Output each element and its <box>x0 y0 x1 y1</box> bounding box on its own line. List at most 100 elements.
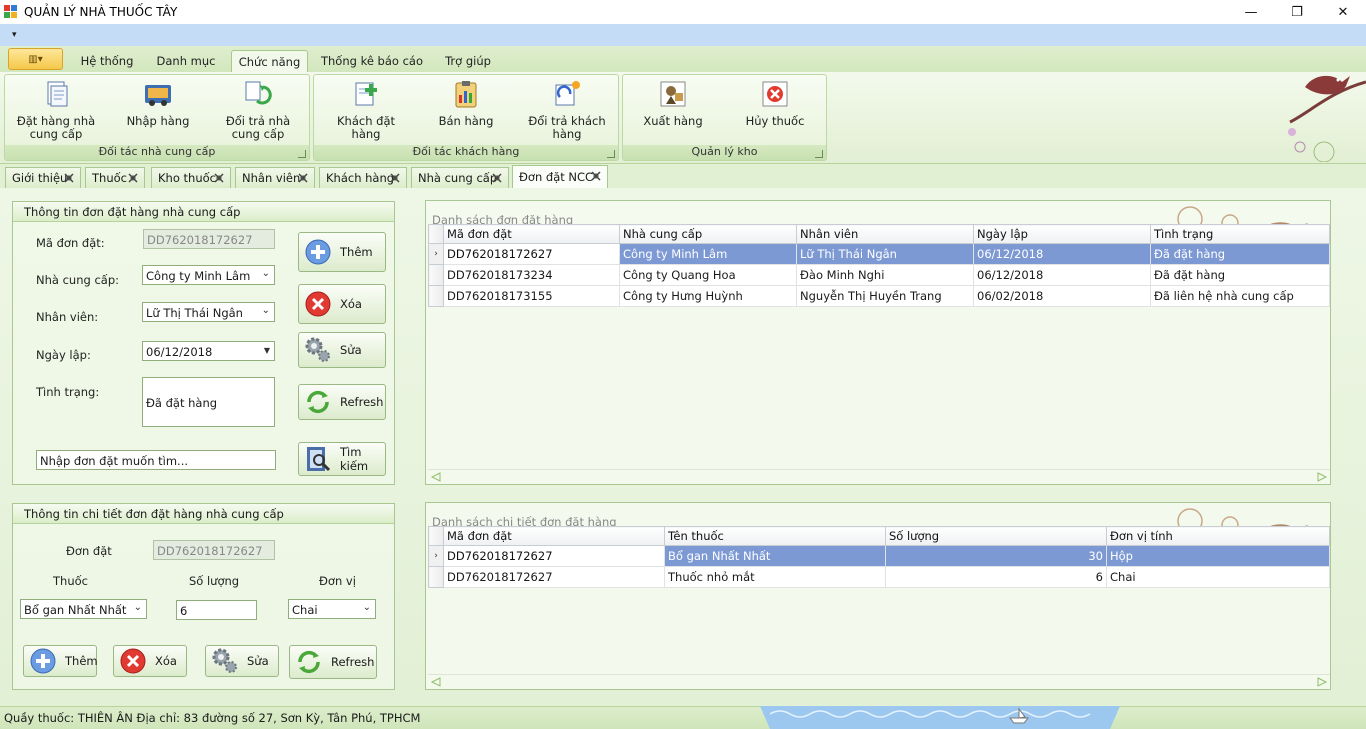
table-row[interactable]: DD762018173234 Công ty Quang Hoa Đào Min… <box>428 264 1330 286</box>
customer-order-button[interactable]: Khách đặt hàng <box>324 79 408 141</box>
close-button[interactable]: ✕ <box>1320 0 1366 24</box>
group-launcher-icon[interactable] <box>607 150 615 158</box>
medicine-combo[interactable]: Bổ gan Nhất Nhất ⌄ <box>20 599 147 619</box>
row-selector-icon[interactable]: › <box>428 545 444 567</box>
ribbon-tab-thong-ke-bao-cao[interactable]: Thống kê báo cáo <box>318 50 426 72</box>
supplier-combo[interactable]: Công ty Minh Lâm ⌄ <box>142 265 275 285</box>
ribbon-tab-he-thong[interactable]: Hệ thống <box>72 50 142 72</box>
table-cell[interactable]: 06/12/2018 <box>973 264 1151 286</box>
order-refresh-button[interactable]: Refresh <box>298 384 386 420</box>
order-add-button[interactable]: Thêm <box>298 232 386 272</box>
scroll-right-icon[interactable] <box>1316 472 1328 482</box>
detail-order-field[interactable]: DD762018172627 <box>153 540 275 560</box>
quantity-input[interactable]: 6 <box>176 600 257 620</box>
scroll-right-icon[interactable] <box>1316 677 1328 687</box>
row-selector-icon[interactable]: › <box>428 243 444 265</box>
table-cell[interactable]: DD762018172627 <box>443 566 665 588</box>
sales-button[interactable]: Bán hàng <box>432 79 500 128</box>
detail-refresh-button[interactable]: Refresh <box>289 645 377 679</box>
table-cell[interactable]: 30 <box>885 545 1107 567</box>
table-row[interactable]: DD762018172627 Thuốc nhỏ mắt 6 Chai <box>428 566 1330 588</box>
group-launcher-icon[interactable] <box>815 150 823 158</box>
doc-tab-gioi-thieu[interactable]: Giới thiệu <box>5 167 81 188</box>
date-picker[interactable]: 06/12/2018 ▼ <box>142 341 275 361</box>
ribbon-tab-danh-muc[interactable]: Danh mục <box>150 50 222 72</box>
minimize-button[interactable]: — <box>1228 0 1274 24</box>
supplier-order-button[interactable]: Đặt hàng nhà cung cấp <box>15 79 97 141</box>
table-cell[interactable]: Nguyễn Thị Huyền Trang <box>796 285 974 307</box>
table-cell[interactable]: Chai <box>1106 566 1330 588</box>
unit-combo[interactable]: Chai ⌄ <box>288 599 376 619</box>
quick-access-dropdown-icon[interactable]: ▾ <box>12 30 17 40</box>
table-cell[interactable]: DD762018173155 <box>443 285 620 307</box>
table-row[interactable]: DD762018173155 Công ty Hưng Huỳnh Nguyễn… <box>428 285 1330 307</box>
table-cell[interactable]: 06/12/2018 <box>973 243 1151 265</box>
scroll-left-icon[interactable] <box>430 472 442 482</box>
doc-tab-khach-hang[interactable]: Khách hàng <box>319 167 407 188</box>
column-header[interactable]: Tình trạng <box>1150 224 1330 244</box>
order-id-field[interactable]: DD762018172627 <box>143 229 275 249</box>
cancel-medicine-button[interactable]: Hủy thuốc <box>743 79 807 128</box>
column-header[interactable]: Đơn vị tính <box>1106 526 1330 546</box>
doc-tab-thuoc[interactable]: Thuốc <box>85 167 145 188</box>
supplier-return-button[interactable]: Đổi trả nhà cung cấp <box>220 79 296 141</box>
table-cell[interactable]: DD762018173234 <box>443 264 620 286</box>
order-search-input[interactable]: Nhập đơn đặt muốn tìm... <box>36 450 276 470</box>
status-textarea[interactable]: Đã đặt hàng <box>142 377 275 427</box>
row-header[interactable] <box>428 285 444 307</box>
row-header-corner[interactable] <box>428 224 444 244</box>
group-launcher-icon[interactable] <box>298 150 306 158</box>
table-cell[interactable]: Bổ gan Nhất Nhất <box>664 545 886 567</box>
ribbon-tab-chuc-nang[interactable]: Chức năng <box>231 50 308 73</box>
table-row[interactable]: › DD762018172627 Bổ gan Nhất Nhất 30 Hộp <box>428 545 1330 567</box>
table-cell[interactable]: Thuốc nhỏ mắt <box>664 566 886 588</box>
doc-tab-nha-cung-cap[interactable]: Nhà cung cấp <box>411 167 509 188</box>
detail-delete-button[interactable]: Xóa <box>113 645 187 677</box>
table-cell[interactable]: Lữ Thị Thái Ngân <box>796 243 974 265</box>
doc-tab-kho-thuoc[interactable]: Kho thuốc <box>151 167 231 188</box>
detail-edit-button[interactable]: Sửa <box>205 645 279 677</box>
export-goods-button[interactable]: Xuất hàng <box>641 79 705 128</box>
table-cell[interactable]: Hộp <box>1106 545 1330 567</box>
column-header[interactable]: Nhân viên <box>796 224 974 244</box>
doc-tab-nhan-vien[interactable]: Nhân viên <box>235 167 315 188</box>
column-header[interactable]: Mã đơn đặt <box>443 526 665 546</box>
table-cell[interactable]: 6 <box>885 566 1107 588</box>
table-cell[interactable]: Công ty Minh Lâm <box>619 243 797 265</box>
detail-add-button[interactable]: Thêm <box>23 645 98 677</box>
table-cell[interactable]: Đã liên hệ nhà cung cấp <box>1150 285 1330 307</box>
table-cell[interactable]: Công ty Quang Hoa <box>619 264 797 286</box>
orders-horizontal-scrollbar[interactable] <box>428 469 1330 483</box>
table-cell[interactable]: Đã đặt hàng <box>1150 264 1330 286</box>
application-menu-button[interactable]: ▥▾ <box>8 48 63 70</box>
doc-tab-don-dat-ncc[interactable]: Đơn đặt NCC <box>512 165 608 188</box>
employee-combo[interactable]: Lữ Thị Thái Ngân ⌄ <box>142 302 275 322</box>
column-header[interactable]: Tên thuốc <box>664 526 886 546</box>
column-header[interactable]: Số lượng <box>885 526 1107 546</box>
column-header[interactable]: Ngày lập <box>973 224 1151 244</box>
order-search-button[interactable]: Tìm kiếm <box>298 442 386 476</box>
row-header-corner[interactable] <box>428 526 444 546</box>
details-horizontal-scrollbar[interactable] <box>428 674 1330 688</box>
restore-button[interactable]: ❐ <box>1274 0 1320 24</box>
ribbon-tab-tro-giup[interactable]: Trợ giúp <box>434 50 502 72</box>
close-tab-icon[interactable] <box>296 171 310 185</box>
import-goods-button[interactable]: Nhập hàng <box>123 79 193 128</box>
close-tab-icon[interactable] <box>126 171 140 185</box>
row-header[interactable] <box>428 566 444 588</box>
table-cell[interactable]: DD762018172627 <box>443 545 665 567</box>
close-tab-icon[interactable] <box>388 171 402 185</box>
column-header[interactable]: Nhà cung cấp <box>619 224 797 244</box>
close-tab-icon[interactable] <box>490 171 504 185</box>
table-row[interactable]: › DD762018172627 Công ty Minh Lâm Lữ Thị… <box>428 243 1330 265</box>
order-edit-button[interactable]: Sửa <box>298 332 386 368</box>
table-cell[interactable]: 06/02/2018 <box>973 285 1151 307</box>
close-tab-icon[interactable] <box>62 171 76 185</box>
table-cell[interactable]: Công ty Hưng Huỳnh <box>619 285 797 307</box>
close-tab-icon[interactable] <box>589 169 603 183</box>
table-cell[interactable]: Đào Minh Nghi <box>796 264 974 286</box>
column-header[interactable]: Mã đơn đặt <box>443 224 620 244</box>
customer-return-button[interactable]: Đổi trả khách hàng <box>519 79 615 141</box>
table-cell[interactable]: Đã đặt hàng <box>1150 243 1330 265</box>
table-cell[interactable]: DD762018172627 <box>443 243 620 265</box>
